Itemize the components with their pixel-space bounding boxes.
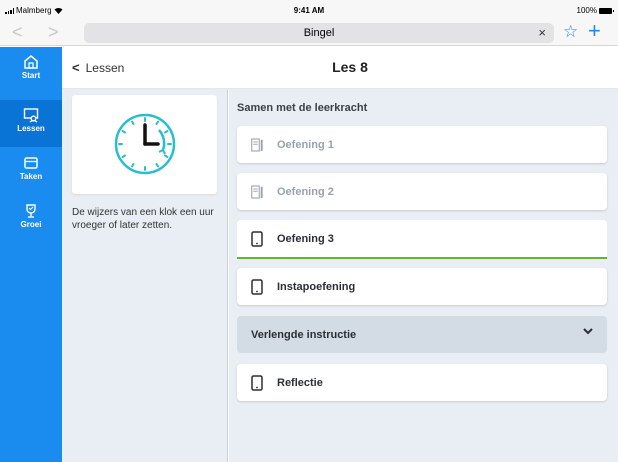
trophy-icon xyxy=(26,204,36,218)
exercise-label: Instapoefening xyxy=(277,280,356,293)
sidebar-item-label: Taken xyxy=(19,172,43,181)
sidebar-item-lessen[interactable]: Lessen xyxy=(0,100,62,147)
clock-icon xyxy=(114,113,176,175)
home-icon xyxy=(24,55,38,69)
sidebar-item-taken[interactable]: Taken xyxy=(0,148,62,195)
exercise-label: Reflectie xyxy=(277,376,323,389)
status-bar: Malmberg 9:41 AM 100% xyxy=(0,0,618,20)
lessons-icon xyxy=(23,108,39,123)
page-header: < Lessen Les 8 xyxy=(62,47,618,89)
exercise-oefening-1[interactable]: Oefening 1 xyxy=(237,126,607,163)
tablet-icon xyxy=(251,374,263,391)
tablet-icon xyxy=(251,230,263,247)
lesson-description: De wijzers van een klok een uur vroeger … xyxy=(72,207,214,231)
browser-forward-button[interactable]: > xyxy=(48,22,59,42)
sidebar-item-groei[interactable]: Groei xyxy=(0,196,62,243)
exercise-label: Oefening 1 xyxy=(277,138,334,151)
browser-back-button[interactable]: < xyxy=(12,22,23,42)
page-title-text: Bingel xyxy=(303,27,335,39)
status-time: 9:41 AM xyxy=(293,6,325,15)
sidebar-item-label: Start xyxy=(21,71,41,80)
browser-toolbar: < > Bingel × ☆ + xyxy=(0,20,618,46)
worksheet-icon xyxy=(251,137,263,152)
exercise-instapoefening[interactable]: Instapoefening xyxy=(237,268,607,305)
tasks-icon xyxy=(24,157,38,169)
exercise-oefening-3[interactable]: Oefening 3 xyxy=(237,220,607,257)
tablet-icon xyxy=(251,278,263,295)
section-heading: Samen met de leerkracht xyxy=(237,102,368,114)
sidebar-item-label: Groei xyxy=(20,220,42,229)
sidebar-item-start[interactable]: Start xyxy=(0,47,62,94)
verlengde-instructie-expander[interactable]: Verlengde instructie xyxy=(237,316,607,353)
exercise-label: Oefening 3 xyxy=(277,232,334,245)
clear-icon[interactable]: × xyxy=(538,23,546,43)
page-title: Les 8 xyxy=(332,59,368,75)
worksheet-icon xyxy=(251,184,263,199)
exercise-list-panel: Samen met de leerkracht Oefening 1 Oefen… xyxy=(229,89,618,462)
lesson-info-panel: De wijzers van een klok een uur vroeger … xyxy=(62,89,228,462)
chevron-down-icon xyxy=(583,328,593,335)
battery-icon xyxy=(599,7,614,14)
sidebar-item-label: Lessen xyxy=(17,124,45,133)
new-tab-plus-icon[interactable]: + xyxy=(588,20,601,42)
exercise-oefening-2[interactable]: Oefening 2 xyxy=(237,173,607,210)
sidebar: Start Lessen Taken Groei xyxy=(0,47,62,462)
exercise-reflectie[interactable]: Reflectie xyxy=(237,364,607,401)
lesson-illustration-card xyxy=(72,95,217,194)
status-right: 100% xyxy=(576,6,614,15)
expander-label: Verlengde instructie xyxy=(251,328,357,341)
exercise-label: Oefening 2 xyxy=(277,185,334,198)
bookmark-star-icon[interactable]: ☆ xyxy=(563,21,578,43)
address-bar[interactable]: Bingel × xyxy=(84,23,554,43)
battery-percentage: 100% xyxy=(576,6,597,15)
